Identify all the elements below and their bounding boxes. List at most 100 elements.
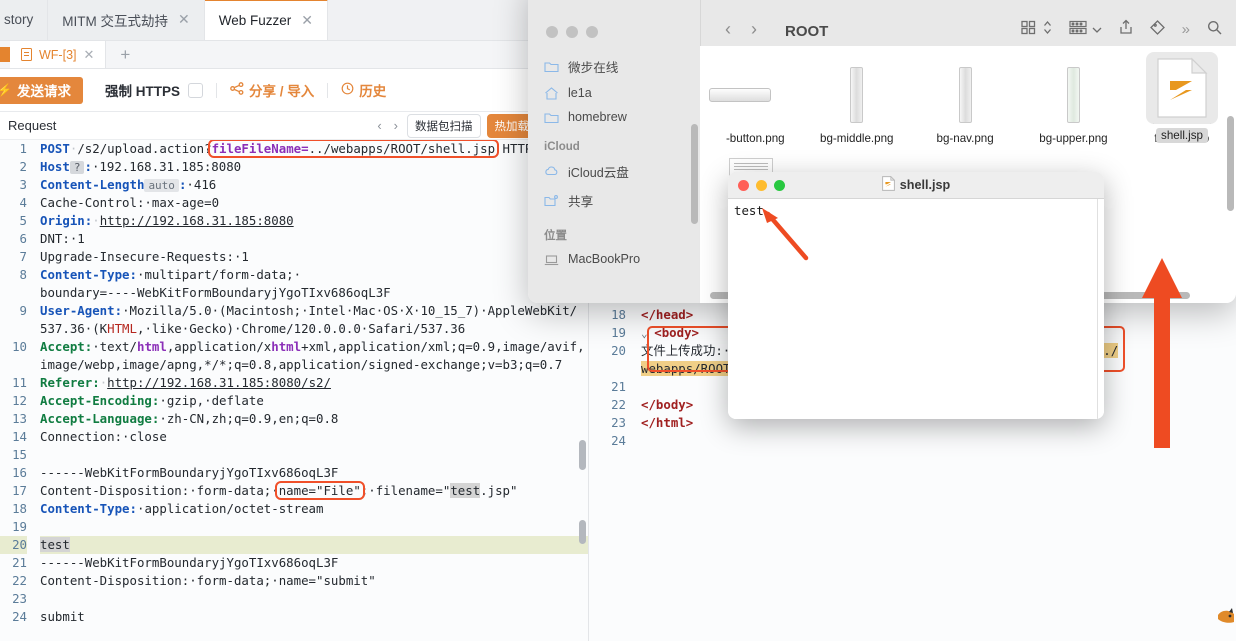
chevron-down-icon[interactable] bbox=[1092, 21, 1102, 39]
maximize-icon[interactable] bbox=[586, 26, 598, 38]
request-code-text[interactable]: POST · /s2/upload.action?fileFileName=../w… bbox=[34, 140, 588, 626]
file-item[interactable]: -button.png bbox=[708, 58, 803, 145]
request-code[interactable]: 1 2 3 4 5 6 7 8 9 10 11 12 13 14 15 16 17 18 19 20 21 22 23 24 … bbox=[0, 140, 588, 626]
history-button[interactable]: 历史 bbox=[341, 80, 386, 100]
code-line[interactable]: DNT:·1 bbox=[40, 230, 588, 248]
png-bar-icon bbox=[911, 58, 1019, 132]
request-editor[interactable]: 1 2 3 4 5 6 7 8 9 10 11 12 13 14 15 16 17 18 19 20 21 22 23 24 … bbox=[0, 140, 588, 641]
force-https-checkbox[interactable] bbox=[187, 82, 203, 98]
code-line[interactable]: Accept:·text/html,application/xhtml+xml,… bbox=[40, 338, 588, 356]
code-line[interactable]: POST·/s2/upload.action?fileFileName=../w… bbox=[40, 140, 588, 158]
sidebar-toggle-handle[interactable] bbox=[0, 47, 10, 62]
tab-mitm[interactable]: MITM 交互式劫持 ✕ bbox=[48, 0, 205, 40]
more-icon[interactable]: » bbox=[1182, 21, 1190, 38]
code-line[interactable]: Content-Disposition:·form-data;·name="Fi… bbox=[40, 481, 588, 500]
sidebar-item-weibu[interactable]: 微步在线 bbox=[528, 52, 700, 81]
finder-vertical-scrollbar[interactable] bbox=[1227, 116, 1234, 211]
grid-view-icon[interactable] bbox=[1021, 20, 1038, 40]
file-item[interactable]: bg-upper.png bbox=[1019, 58, 1127, 145]
code-line[interactable]: 537.36·(KHTML,·like·Gecko)·Chrome/120.0.… bbox=[40, 320, 588, 338]
share-import-button[interactable]: 分享 / 导入 bbox=[230, 80, 314, 100]
code-line[interactable]: Accept-Language:·zh-CN,zh;q=0.9,en;q=0.8 bbox=[40, 410, 588, 428]
request-vertical-scrollbar-2[interactable] bbox=[579, 520, 586, 544]
group-view-icon[interactable] bbox=[1069, 20, 1087, 40]
close-icon[interactable]: ✕ bbox=[178, 11, 190, 28]
code-line[interactable]: Content-Type:·multipart/form-data;· bbox=[40, 266, 588, 284]
text-window-content[interactable]: test bbox=[734, 203, 1104, 218]
chevron-right-icon[interactable]: › bbox=[391, 118, 401, 133]
close-icon[interactable] bbox=[546, 26, 558, 38]
back-button[interactable]: ‹ bbox=[715, 19, 741, 40]
code-line[interactable]: image/webp,image/apng,*/*;q=0.8,applicat… bbox=[40, 356, 588, 374]
forward-button[interactable]: › bbox=[741, 19, 767, 40]
line-number: 18 bbox=[12, 501, 27, 516]
file-item[interactable]: bg-nav.png bbox=[911, 58, 1019, 145]
sub-tab-wf-3[interactable]: WF-[3] ✕ bbox=[10, 41, 107, 68]
tab-history[interactable]: story bbox=[0, 0, 49, 40]
close-icon[interactable]: ✕ bbox=[301, 12, 313, 29]
close-icon[interactable]: ✕ bbox=[84, 47, 95, 63]
code-line[interactable] bbox=[40, 446, 588, 464]
code-token: Accept-Encoding: bbox=[40, 393, 160, 408]
file-label: shell.jsp bbox=[1156, 128, 1208, 143]
file-item-shell-jsp[interactable]: shell.jsp bbox=[1127, 52, 1236, 144]
jsp-file-icon bbox=[1146, 52, 1218, 124]
code-token: image/webp,image/apng,*/*;q=0.8,applicat… bbox=[40, 357, 563, 372]
code-line[interactable]: Connection:·close bbox=[40, 428, 588, 446]
code-line[interactable]: User-Agent:·Mozilla/5.0·(Macintosh;·Inte… bbox=[40, 302, 588, 320]
code-line[interactable]: test bbox=[40, 536, 588, 554]
code-line[interactable]: Content-Type:·application/octet-stream bbox=[40, 500, 588, 518]
code-token: Content-Disposition:·form-data;· bbox=[40, 483, 279, 498]
search-icon[interactable] bbox=[1207, 20, 1222, 40]
text-window-body[interactable]: test bbox=[728, 199, 1104, 419]
sidebar-item-label: iCloud云盘 bbox=[568, 166, 629, 180]
code-line[interactable]: ------WebKitFormBoundaryjYgoTIxv686oqL3F bbox=[40, 464, 588, 482]
text-window-title-group: shell.jsp bbox=[728, 175, 1104, 194]
code-line[interactable]: submit bbox=[40, 608, 588, 626]
code-line[interactable]: Origin:·http://192.168.31.185:8080 bbox=[40, 212, 588, 230]
sidebar-item-macbookpro[interactable]: MacBookPro bbox=[528, 247, 700, 271]
text-window-titlebar: shell.jsp bbox=[728, 172, 1104, 199]
code-token: Cache-Control:·max-age=0 bbox=[40, 195, 220, 210]
minimize-icon[interactable] bbox=[566, 26, 578, 38]
tab-web-fuzzer[interactable]: Web Fuzzer ✕ bbox=[204, 0, 329, 40]
text-editor-window[interactable]: shell.jsp test bbox=[728, 172, 1104, 419]
line-number: 15 bbox=[12, 447, 27, 462]
share-icon[interactable] bbox=[1119, 19, 1133, 40]
tag-icon[interactable] bbox=[1149, 19, 1165, 40]
file-label: bg-nav.png bbox=[936, 132, 994, 145]
chevron-down-icon[interactable]: ⌄ bbox=[641, 327, 654, 340]
code-line[interactable] bbox=[40, 590, 588, 608]
code-token: /s2/upload.action? bbox=[77, 141, 212, 156]
code-token: POST bbox=[40, 141, 70, 156]
chevron-left-icon[interactable]: ‹ bbox=[374, 118, 384, 133]
packet-scan-button[interactable]: 数据包扫描 bbox=[407, 113, 481, 138]
finder-sidebar-scrollbar[interactable] bbox=[691, 124, 698, 224]
code-line[interactable]: Host?:·192.168.31.185:8080 bbox=[40, 158, 588, 176]
sidebar-item-shared[interactable]: 共享 bbox=[528, 186, 700, 215]
file-item[interactable]: bg-middle.png bbox=[803, 58, 911, 145]
document-icon bbox=[21, 48, 32, 61]
code-line[interactable]: Content-Length auto:·416 bbox=[40, 176, 588, 194]
sort-chevron-icon[interactable] bbox=[1043, 20, 1052, 40]
code-line[interactable]: Accept-Encoding:·gzip,·deflate bbox=[40, 392, 588, 410]
code-line[interactable]: Cache-Control:·max-age=0 bbox=[40, 194, 588, 212]
code-token: test bbox=[40, 537, 70, 552]
add-tab-button[interactable]: + bbox=[106, 41, 144, 68]
code-line[interactable]: boundary=----WebKitFormBoundaryjYgoTIxv6… bbox=[40, 284, 588, 302]
code-line[interactable]: ------WebKitFormBoundaryjYgoTIxv686oqL3F bbox=[40, 554, 588, 572]
code-token: ·416 bbox=[186, 177, 217, 192]
line-number: 13 bbox=[12, 411, 27, 426]
sidebar-item-homebrew[interactable]: homebrew bbox=[528, 105, 700, 129]
code-token: ------WebKitFormBoundaryjYgoTIxv686oqL3F bbox=[40, 465, 339, 480]
code-line[interactable]: Upgrade-Insecure-Requests:·1 bbox=[40, 248, 588, 266]
sidebar-item-le1a[interactable]: le1a bbox=[528, 81, 700, 105]
request-vertical-scrollbar[interactable] bbox=[579, 440, 586, 470]
sidebar-item-icloud-drive[interactable]: iCloud云盘 bbox=[528, 157, 700, 186]
code-token: ? bbox=[69, 161, 85, 174]
code-line[interactable] bbox=[641, 432, 1236, 450]
code-line[interactable]: Content-Disposition:·form-data;·name="su… bbox=[40, 572, 588, 590]
code-line[interactable] bbox=[40, 518, 588, 536]
code-line[interactable]: Referer:·http://192.168.31.185:8080/s2/ bbox=[40, 374, 588, 392]
send-request-button[interactable]: ⚡ 发送请求 bbox=[0, 76, 83, 104]
